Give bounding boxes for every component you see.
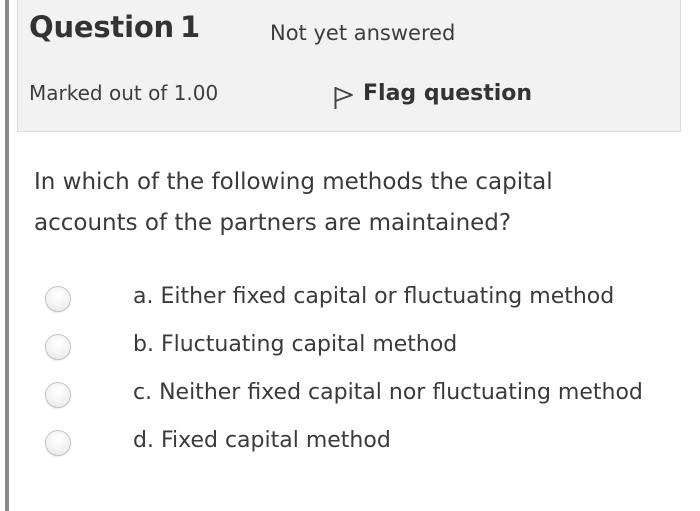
answer-radio-b[interactable]	[45, 334, 71, 360]
question-info-panel: Question 1 Not yet answered Marked out of…	[17, 0, 681, 132]
question-title: Question 1	[29, 10, 200, 44]
answer-radio-c[interactable]	[45, 382, 71, 408]
answer-option-a[interactable]: a. Either fixed capital or fluctuating m…	[0, 278, 700, 322]
answer-label-a[interactable]: a. Either fixed capital or fluctuating m…	[133, 284, 614, 309]
answer-label-c[interactable]: c. Neither fixed capital nor fluctuating…	[133, 380, 643, 405]
answer-option-d[interactable]: d. Fixed capital method	[0, 422, 700, 466]
question-grade: Marked out of 1.00	[29, 81, 219, 105]
flag-outline-icon	[334, 87, 353, 109]
answer-radio-a[interactable]	[45, 286, 71, 312]
answer-label-b[interactable]: b. Fluctuating capital method	[133, 332, 457, 357]
answer-label-d[interactable]: d. Fixed capital method	[133, 428, 391, 453]
answer-radio-d[interactable]	[45, 430, 71, 456]
question-number: 1	[180, 10, 200, 44]
answer-option-b[interactable]: b. Fluctuating capital method	[0, 326, 700, 370]
question-state: Not yet answered	[270, 21, 456, 45]
flag-question-label: Flag question	[363, 80, 533, 106]
question-text: In which of the following methods the ca…	[34, 169, 553, 236]
question-title-word: Question	[29, 10, 175, 44]
flag-question-button[interactable]: Flag question	[333, 77, 532, 109]
answer-option-c[interactable]: c. Neither fixed capital nor fluctuating…	[0, 374, 700, 418]
